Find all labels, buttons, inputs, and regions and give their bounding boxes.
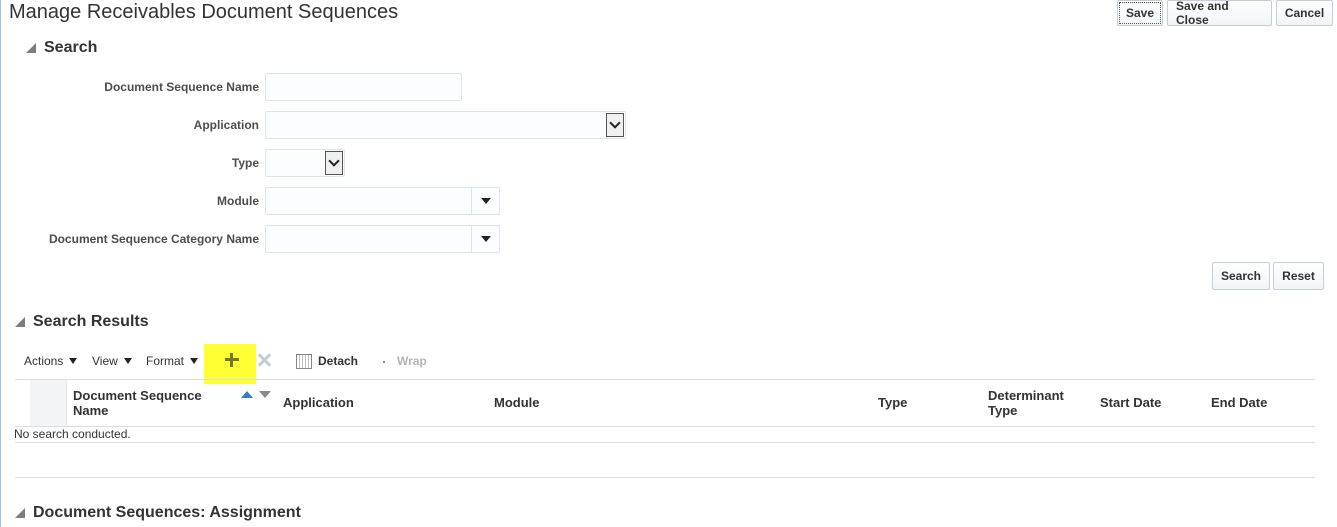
section-divider <box>15 477 1315 478</box>
row-header-column <box>30 380 67 426</box>
actions-menu[interactable]: Actions <box>24 354 78 368</box>
separator-dot <box>383 361 385 363</box>
type-dropdown-button[interactable] <box>325 151 343 175</box>
type-select[interactable] <box>265 149 345 177</box>
module-combobox[interactable] <box>265 187 500 215</box>
dropdown-triangle-icon <box>69 358 78 364</box>
collapse-triangle-icon[interactable] <box>15 508 25 518</box>
save-and-close-button[interactable]: Save and Close <box>1167 0 1272 27</box>
actions-label: Actions <box>24 354 64 368</box>
table-header-rule <box>15 426 1315 427</box>
column-header-application[interactable]: Application <box>283 395 354 410</box>
sort-descending-icon[interactable] <box>259 391 271 398</box>
category-label: Document Sequence Category Name <box>48 232 259 246</box>
sort-ascending-icon[interactable] <box>241 391 253 398</box>
module-dropdown-button[interactable] <box>471 188 499 214</box>
assignment-section-title: Document Sequences: Assignment <box>33 504 301 521</box>
view-menu[interactable]: View <box>92 354 132 368</box>
reset-button[interactable]: Reset <box>1273 262 1324 290</box>
chevron-down-icon <box>328 155 340 167</box>
format-label: Format <box>146 354 185 368</box>
column-header-module[interactable]: Module <box>494 395 540 410</box>
dropdown-triangle-icon <box>480 236 491 242</box>
type-label: Type <box>231 156 259 170</box>
cancel-button[interactable]: Cancel <box>1276 0 1333 26</box>
module-label: Module <box>217 194 259 208</box>
column-header-start-date[interactable]: Start Date <box>1100 395 1161 410</box>
view-label: View <box>92 354 118 368</box>
search-section-header[interactable]: Search <box>26 39 97 57</box>
results-section-header[interactable]: Search Results <box>15 313 149 331</box>
search-button[interactable]: Search <box>1212 262 1270 290</box>
search-section-title: Search <box>44 39 98 56</box>
detach-icon[interactable] <box>296 354 312 369</box>
results-section-title: Search Results <box>33 313 149 330</box>
table-top-rule <box>15 379 1315 380</box>
table-bottom-rule <box>15 442 1315 443</box>
column-header-type[interactable]: Type <box>878 395 907 410</box>
wrap-button[interactable]: Wrap <box>397 354 427 368</box>
page-title: Manage Receivables Document Sequences <box>9 1 399 23</box>
application-dropdown-button[interactable] <box>606 113 624 137</box>
assignment-section-header[interactable]: Document Sequences: Assignment <box>15 504 301 522</box>
format-menu[interactable]: Format <box>146 354 199 368</box>
doc-seq-name-input[interactable] <box>265 73 462 101</box>
save-button[interactable]: Save <box>1117 0 1163 26</box>
application-label: Application <box>193 118 259 132</box>
detach-label: Detach <box>318 354 359 368</box>
application-select[interactable] <box>265 111 626 139</box>
empty-table-message: No search conducted. <box>14 427 131 441</box>
category-dropdown-button[interactable] <box>471 226 499 252</box>
collapse-triangle-icon[interactable] <box>15 317 25 327</box>
chevron-down-icon <box>609 117 621 129</box>
column-header-name[interactable]: Document Sequence Name <box>73 388 233 418</box>
dropdown-triangle-icon <box>190 358 199 364</box>
left-border <box>0 0 1 527</box>
doc-seq-name-label: Document Sequence Name <box>104 80 259 94</box>
detach-button[interactable]: Detach <box>318 354 358 368</box>
column-header-determinant-type[interactable]: Determinant Type <box>988 388 1078 418</box>
category-combobox[interactable] <box>265 225 500 253</box>
dropdown-triangle-icon <box>123 358 132 364</box>
x-icon[interactable] <box>256 352 272 368</box>
plus-icon[interactable] <box>224 352 240 368</box>
dropdown-triangle-icon <box>480 198 491 204</box>
column-header-end-date[interactable]: End Date <box>1211 395 1267 410</box>
collapse-triangle-icon[interactable] <box>26 43 36 53</box>
wrap-label: Wrap <box>397 354 427 368</box>
